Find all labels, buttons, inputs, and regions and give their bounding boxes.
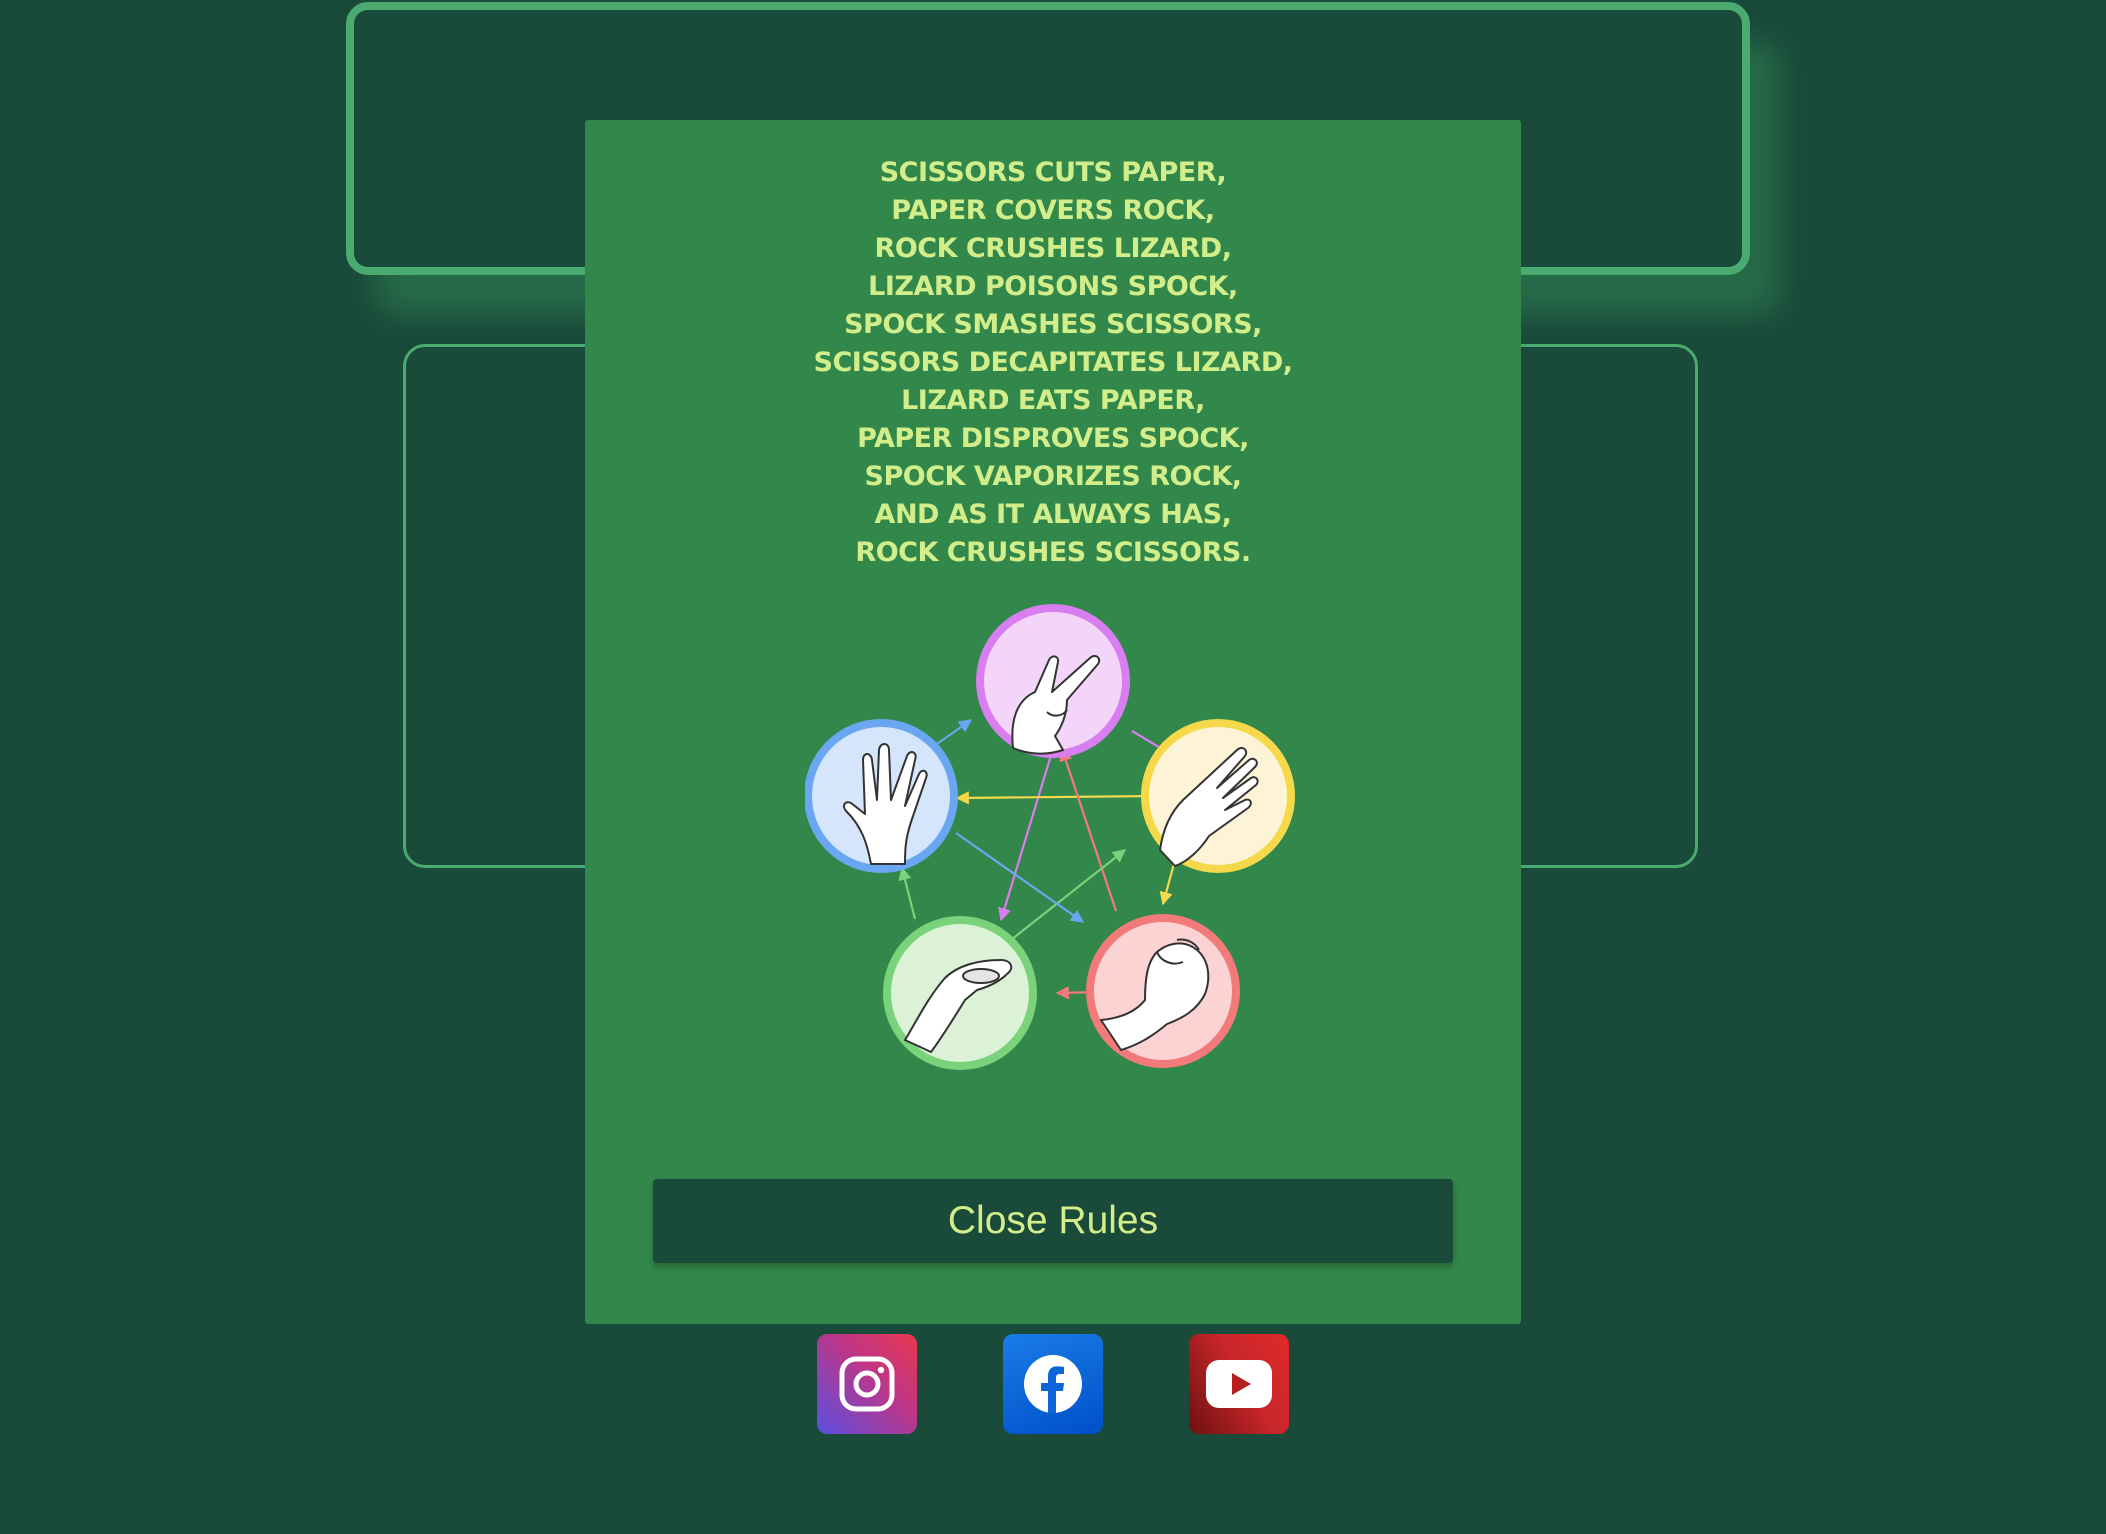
close-rules-button[interactable]: Close Rules [653,1179,1453,1263]
lizard-node [883,916,1037,1070]
rule-line: SCISSORS DECAPITATES LIZARD, [813,347,1294,378]
instagram-link[interactable] [817,1334,917,1434]
rule-line: SPOCK SMASHES SCISSORS, [844,309,1262,340]
rules-text: SCISSORS CUTS PAPER, PAPER COVERS ROCK, … [585,154,1521,572]
rule-line: ROCK CRUSHES SCISSORS. [855,537,1251,568]
facebook-link[interactable] [1003,1334,1103,1434]
rules-modal: SCISSORS CUTS PAPER, PAPER COVERS ROCK, … [585,120,1521,1324]
rule-line: ROCK CRUSHES LIZARD, [874,233,1232,264]
instagram-icon [839,1356,895,1412]
rules-diagram [805,604,1295,1070]
rule-line: LIZARD POISONS SPOCK, [868,271,1238,302]
rule-line: PAPER COVERS ROCK, [891,195,1215,226]
youtube-link[interactable] [1189,1334,1289,1434]
rule-line: AND AS IT ALWAYS HAS, [874,499,1232,530]
scissors-node [976,604,1130,758]
paper-node [1141,719,1295,873]
rule-line: PAPER DISPROVES SPOCK, [857,423,1249,454]
rule-line: SPOCK VAPORIZES ROCK, [864,461,1242,492]
rule-line: SCISSORS CUTS PAPER, [879,157,1227,188]
youtube-icon [1206,1360,1272,1408]
facebook-icon [1024,1355,1082,1413]
rock-node [1086,914,1240,1068]
rule-line: LIZARD EATS PAPER, [901,385,1205,416]
spock-node [805,719,958,873]
